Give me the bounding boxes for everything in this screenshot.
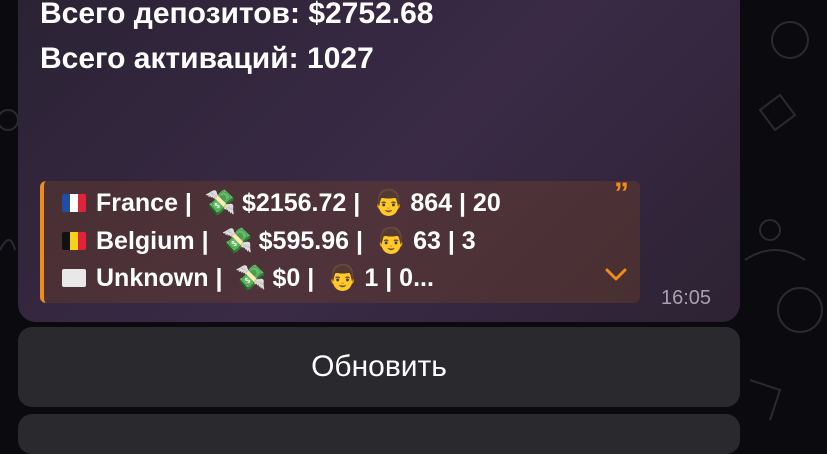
chevron-down-icon[interactable] bbox=[604, 267, 628, 283]
country-amount: $595.96 bbox=[258, 227, 350, 255]
person-icon: 👨 bbox=[327, 264, 359, 292]
separator: | bbox=[349, 227, 370, 255]
money-icon: 💸 bbox=[204, 189, 237, 217]
expandable-quote-block[interactable]: ” France | 💸 $2156.72 | 👨 864 | 20 Belgi… bbox=[40, 177, 640, 303]
separator: | bbox=[208, 264, 230, 292]
inline-button-partial[interactable] bbox=[18, 414, 740, 454]
country-name: Belgium bbox=[96, 227, 195, 255]
country-stats: 864 | 20 bbox=[410, 189, 501, 217]
separator: | bbox=[300, 264, 322, 292]
country-stats: 1 | 0... bbox=[364, 264, 434, 292]
money-icon: 💸 bbox=[221, 227, 253, 255]
message-time: 16:05 bbox=[661, 287, 712, 309]
refresh-button[interactable]: Обновить bbox=[18, 327, 740, 407]
refresh-button-label: Обновить bbox=[311, 350, 447, 383]
separator: | bbox=[194, 227, 216, 255]
total-deposits-text: Всего депозитов: $2752.68 bbox=[40, 0, 434, 30]
country-amount: $2156.72 bbox=[242, 189, 347, 217]
person-icon: 👨 bbox=[375, 227, 408, 255]
country-row-france: France | 💸 $2156.72 | 👨 864 | 20 bbox=[62, 188, 501, 218]
money-icon: 💸 bbox=[235, 264, 267, 292]
separator: | bbox=[346, 189, 368, 217]
person-icon: 👨 bbox=[373, 189, 405, 217]
white-flag-icon bbox=[62, 269, 86, 287]
separator: | bbox=[177, 189, 199, 217]
country-row-belgium: Belgium | 💸 $595.96 | 👨 63 | 3 bbox=[62, 226, 476, 256]
belgium-flag-icon bbox=[62, 232, 86, 250]
france-flag-icon bbox=[62, 194, 86, 212]
country-amount: $0 bbox=[272, 264, 301, 292]
country-row-unknown: Unknown | 💸 $0 | 👨 1 | 0... bbox=[62, 263, 434, 293]
quote-icon: ” bbox=[614, 177, 629, 210]
country-name: France bbox=[96, 189, 178, 217]
country-name: Unknown bbox=[96, 264, 209, 292]
total-activations-text: Всего активаций: 1027 bbox=[40, 42, 374, 75]
country-stats: 63 | 3 bbox=[413, 227, 476, 255]
